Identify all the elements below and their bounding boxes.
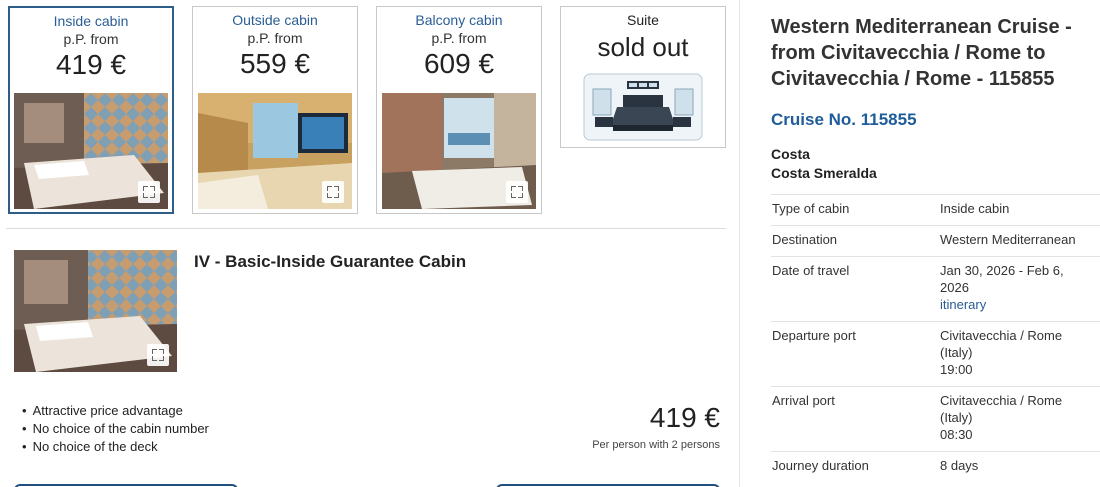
cruise-line: Costa — [771, 146, 810, 162]
row-value: Civitavecchia / Rome (Italy) 19:00 — [940, 322, 1100, 387]
feature-item: Attractive price advantage — [22, 402, 209, 420]
price-prefix: p.P. from — [431, 30, 487, 46]
row-value: Jan 30, 2026 - Feb 6, 2026 itinerary — [940, 257, 1100, 322]
row-label: Departure port — [772, 328, 856, 343]
expand-icon[interactable] — [506, 181, 528, 203]
table-row: Date of travel Jan 30, 2026 - Feb 6, 202… — [771, 256, 1100, 322]
ship-name: Costa Smeralda — [771, 165, 877, 181]
price-prefix: p.P. from — [247, 30, 303, 46]
cabin-card-suite[interactable]: Suite sold out — [560, 6, 726, 148]
cabin-type-label: Suite — [627, 12, 659, 28]
cabin-card-balcony[interactable]: Balcony cabin p.P. from 609 € — [376, 6, 542, 214]
feature-item: No choice of the cabin number — [22, 420, 209, 438]
table-row: Journey duration 8 days — [771, 451, 1100, 483]
table-row: Destination Western Mediterranean — [771, 225, 1100, 257]
row-label: Arrival port — [772, 393, 835, 408]
row-label: Type of cabin — [772, 201, 850, 216]
row-value: 8 days — [940, 458, 979, 473]
row-value: Civitavecchia / Rome (Italy) 08:30 — [940, 387, 1100, 452]
row-label: Date of travel — [772, 263, 850, 278]
cabin-category-title: IV - Basic-Inside Guarantee Cabin — [194, 252, 467, 271]
expand-icon[interactable] — [322, 181, 344, 203]
price-prefix: p.P. from — [63, 31, 119, 47]
cabin-type-label: Inside cabin — [53, 13, 129, 29]
cabin-card-outside[interactable]: Outside cabin p.P. from 559 € — [192, 6, 358, 214]
cruise-details-table: Type of cabin Inside cabin Destination W… — [771, 194, 1100, 482]
table-row: Type of cabin Inside cabin — [771, 194, 1100, 226]
column-divider — [739, 0, 740, 487]
port-name: Civitavecchia / Rome — [940, 393, 1063, 408]
sold-out-label: sold out — [597, 32, 689, 62]
cabin-price: 559 € — [239, 48, 311, 79]
date-line-2: 2026 — [940, 280, 969, 295]
expand-icon[interactable] — [138, 181, 160, 203]
cabin-type-label: Balcony cabin — [415, 12, 503, 28]
port-time: 08:30 — [940, 427, 973, 442]
row-label: Journey duration — [772, 458, 869, 473]
feature-item: No choice of the deck — [22, 438, 209, 456]
cruise-title: Western Mediterranean Cruise - from Civi… — [771, 16, 1072, 90]
cabin-price: 609 € — [423, 48, 495, 79]
itinerary-link[interactable]: itinerary — [940, 297, 986, 312]
feature-list: Attractive price advantage No choice of … — [22, 402, 209, 456]
port-name: Civitavecchia / Rome — [940, 328, 1063, 343]
cabin-price: 419 € — [55, 49, 127, 80]
detail-cabin-photo[interactable] — [14, 250, 177, 372]
cabin-card-inside[interactable]: Inside cabin p.P. from 419 € — [8, 6, 174, 214]
cruise-number: Cruise No. 115855 — [771, 110, 917, 129]
cabin-photo[interactable] — [198, 93, 352, 209]
section-divider — [6, 228, 726, 229]
table-row: Arrival port Civitavecchia / Rome (Italy… — [771, 386, 1100, 452]
price-note: Per person with 2 persons — [592, 439, 720, 451]
date-line-1: Jan 30, 2026 - Feb 6, — [940, 263, 1064, 278]
port-country: (Italy) — [940, 410, 973, 425]
cabin-type-label: Outside cabin — [232, 12, 318, 28]
row-value: Inside cabin — [940, 201, 1010, 216]
row-value: Western Mediterranean — [940, 232, 1076, 247]
row-label: Destination — [772, 232, 838, 247]
port-time: 19:00 — [940, 362, 973, 377]
expand-icon[interactable] — [147, 344, 169, 366]
port-country: (Italy) — [940, 345, 973, 360]
cabin-photo[interactable] — [382, 93, 536, 209]
detail-price: 419 € — [649, 402, 720, 433]
table-row: Departure port Civitavecchia / Rome (Ita… — [771, 321, 1100, 387]
suite-cabin-icon — [583, 73, 703, 141]
cabin-photo[interactable] — [14, 93, 168, 209]
cruise-info-panel: Western Mediterranean Cruise - from Civi… — [771, 14, 1093, 183]
